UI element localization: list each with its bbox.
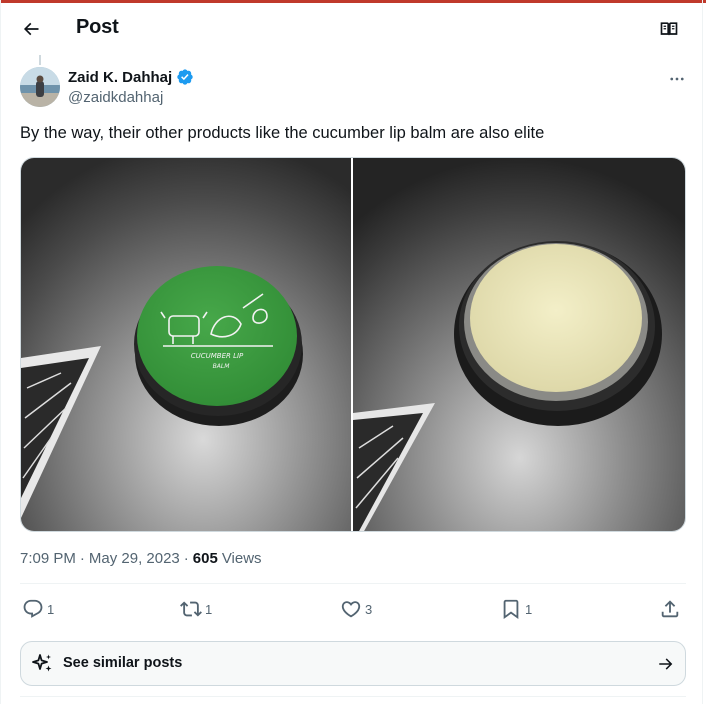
heart-icon (341, 601, 361, 618)
repost-button[interactable]: 1 (180, 592, 212, 626)
thread-connector (39, 55, 41, 65)
arrow-right-icon (659, 658, 673, 670)
repost-count: 1 (205, 601, 213, 617)
reply-button[interactable]: 1 (22, 592, 54, 626)
reply-count: 1 (47, 601, 55, 617)
lid-text-line2: BALM (213, 363, 231, 370)
like-count: 3 (365, 601, 373, 617)
views-count: 605 (192, 550, 218, 567)
divider (20, 696, 686, 697)
page-header: Post (0, 3, 706, 55)
share-icon (661, 600, 679, 618)
post-text: By the way, their other products like th… (20, 124, 545, 142)
more-dots-icon (670, 77, 684, 81)
reader-mode-button[interactable] (652, 12, 686, 46)
photo-lip-balm-lid[interactable]: CUCUMBER LIP BALM (21, 158, 351, 531)
open-book-icon (660, 22, 678, 36)
divider (20, 583, 686, 584)
bookmark-button[interactable]: 1 (500, 592, 532, 626)
author-name-text: Zaid K. Dahhaj (68, 68, 173, 86)
avatar[interactable] (20, 67, 60, 107)
sparkle-icon (32, 654, 52, 672)
post-meta: 7:09 PM · May 29, 2023 · 605 Views (20, 550, 262, 567)
bookmark-count: 1 (525, 601, 533, 617)
photo-lip-balm-open[interactable] (353, 158, 685, 531)
back-button[interactable] (14, 12, 48, 46)
arrow-left-icon (23, 22, 39, 36)
author-handle[interactable]: @zaidkdahhaj (68, 89, 163, 106)
action-bar: 1 1 3 1 (20, 592, 686, 626)
meta-separator: · (183, 550, 189, 567)
avatar-image (20, 67, 60, 107)
lid-text-line1: CUCUMBER LIP (191, 352, 244, 360)
page-title: Post (76, 16, 119, 38)
more-options-button[interactable] (662, 64, 692, 94)
left-rail-border (0, 0, 1, 704)
media-grid: CUCUMBER LIP BALM (20, 157, 686, 532)
bookmark-icon (503, 599, 519, 620)
reply-icon (23, 599, 43, 618)
see-similar-posts-label: See similar posts (63, 655, 183, 671)
right-rail-border (702, 0, 703, 704)
repost-icon (180, 601, 202, 617)
like-button[interactable]: 3 (340, 592, 372, 626)
verified-badge-icon (176, 68, 194, 86)
post-date[interactable]: May 29, 2023 (89, 550, 180, 567)
see-similar-posts-button[interactable]: See similar posts (20, 641, 686, 686)
views-label: Views (221, 550, 262, 567)
author-name[interactable]: Zaid K. Dahhaj (68, 68, 194, 86)
share-button[interactable] (659, 592, 681, 626)
post-time[interactable]: 7:09 PM (20, 550, 76, 567)
meta-separator: · (79, 550, 85, 567)
